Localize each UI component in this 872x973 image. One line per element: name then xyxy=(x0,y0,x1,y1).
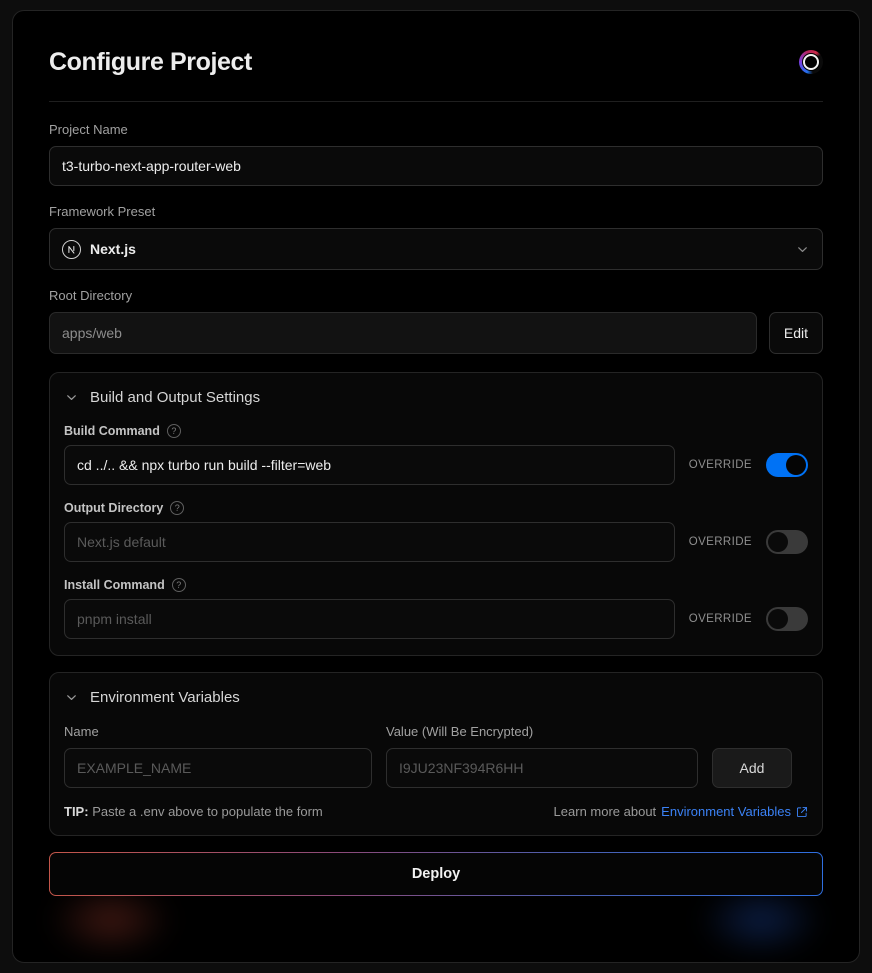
root-directory-label: Root Directory xyxy=(49,288,133,303)
card-header: Configure Project xyxy=(49,47,823,102)
install-command-label: Install Command xyxy=(64,578,165,592)
loading-ring-icon xyxy=(799,50,823,74)
build-output-settings-header[interactable]: Build and Output Settings xyxy=(64,389,808,406)
build-command-field-group: Build Command ? OVERRIDE xyxy=(64,424,808,485)
install-command-input[interactable] xyxy=(64,599,675,639)
project-name-label: Project Name xyxy=(49,122,128,137)
build-command-override-label: OVERRIDE xyxy=(688,459,752,471)
root-directory-edit-button[interactable]: Edit xyxy=(768,312,823,354)
env-learn-prefix: Learn more about xyxy=(553,804,657,819)
framework-preset-field-group: Framework Preset Next.js xyxy=(49,204,823,270)
app-root: Configure Project Project Name Framework… xyxy=(0,0,872,973)
chevron-down-icon xyxy=(795,242,810,257)
output-directory-override-toggle[interactable] xyxy=(766,530,808,554)
install-command-field-group: Install Command ? OVERRIDE xyxy=(64,578,808,639)
env-name-label: Name xyxy=(64,724,99,739)
install-command-label-row: Install Command ? xyxy=(64,578,808,592)
output-directory-label-row: Output Directory ? xyxy=(64,501,808,515)
question-mark-icon[interactable]: ? xyxy=(171,578,186,592)
env-add-button[interactable]: Add xyxy=(712,748,792,788)
build-output-settings-title: Build and Output Settings xyxy=(90,389,261,406)
env-value-field-group: Value (Will Be Encrypted) xyxy=(386,724,698,788)
environment-variables-header[interactable]: Environment Variables xyxy=(64,689,808,706)
output-directory-override-label: OVERRIDE xyxy=(688,536,752,548)
output-directory-input[interactable] xyxy=(64,522,675,562)
deploy-button[interactable]: Deploy xyxy=(49,852,823,896)
environment-variables-panel: Environment Variables Name Value (Will B… xyxy=(49,672,823,836)
build-command-label: Build Command xyxy=(64,424,160,438)
env-tip-text: TIP: Paste a .env above to populate the … xyxy=(64,804,323,819)
root-directory-input[interactable] xyxy=(49,312,757,354)
project-name-field-group: Project Name xyxy=(49,122,823,186)
project-name-input[interactable] xyxy=(49,146,823,186)
build-command-label-row: Build Command ? xyxy=(64,424,808,438)
nextjs-logo-icon xyxy=(62,239,81,259)
environment-variables-title: Environment Variables xyxy=(90,689,240,706)
build-command-input[interactable] xyxy=(64,445,675,485)
env-value-input[interactable] xyxy=(386,748,698,788)
env-tip-prefix: TIP: xyxy=(64,804,89,819)
deploy-button-label: Deploy xyxy=(50,853,822,895)
framework-preset-label: Framework Preset xyxy=(49,204,156,219)
environment-variables-footer: TIP: Paste a .env above to populate the … xyxy=(64,804,808,819)
env-learn-more: Learn more about Environment Variables xyxy=(554,804,808,819)
external-link-icon[interactable] xyxy=(796,806,808,818)
install-command-override-toggle[interactable] xyxy=(766,607,808,631)
env-tip-body: Paste a .env above to populate the form xyxy=(92,804,323,819)
chevron-down-icon xyxy=(64,390,79,405)
env-name-input[interactable] xyxy=(64,748,372,788)
env-learn-more-link[interactable]: Environment Variables xyxy=(661,804,791,819)
configure-project-card: Configure Project Project Name Framework… xyxy=(12,10,860,963)
question-mark-icon[interactable]: ? xyxy=(170,501,185,515)
page-title: Configure Project xyxy=(49,48,252,76)
question-mark-icon[interactable]: ? xyxy=(166,424,181,438)
env-value-label: Value (Will Be Encrypted) xyxy=(386,724,534,739)
output-directory-field-group: Output Directory ? OVERRIDE xyxy=(64,501,808,562)
env-name-field-group: Name xyxy=(64,724,372,788)
install-command-override-label: OVERRIDE xyxy=(688,613,752,625)
framework-preset-select[interactable]: Next.js xyxy=(49,228,823,270)
root-directory-field-group: Root Directory Edit xyxy=(49,288,823,354)
build-output-settings-panel: Build and Output Settings Build Command … xyxy=(49,372,823,656)
chevron-down-icon xyxy=(64,690,79,705)
build-command-override-toggle[interactable] xyxy=(766,453,808,477)
output-directory-label: Output Directory xyxy=(64,501,164,515)
deploy-section: Deploy xyxy=(49,852,823,956)
framework-preset-value: Next.js xyxy=(90,241,136,257)
environment-variables-row: Name Value (Will Be Encrypted) Add xyxy=(64,724,808,788)
